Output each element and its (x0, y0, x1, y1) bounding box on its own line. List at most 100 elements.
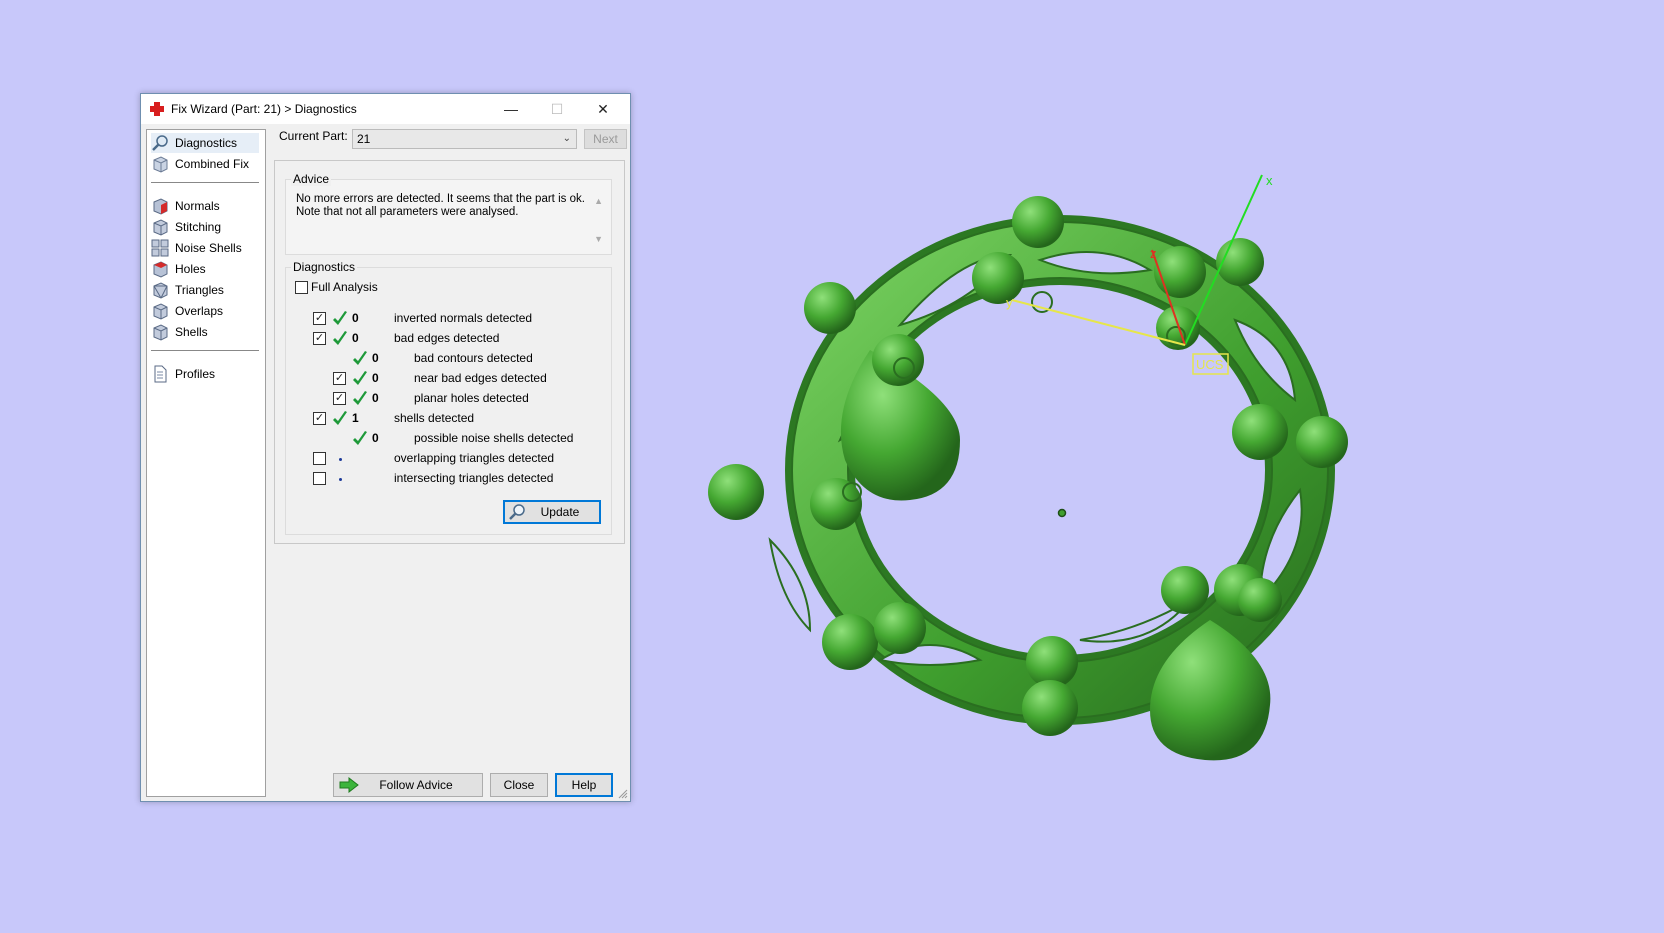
sidebar-item-combined-fix[interactable]: Combined Fix (151, 154, 249, 174)
diagnostic-label: near bad edges detected (414, 371, 547, 385)
resize-grip-icon[interactable] (618, 789, 628, 799)
current-part-dropdown[interactable]: 21 ⌄ (352, 129, 577, 149)
sidebar-item-label: Profiles (175, 367, 216, 381)
diagnostic-label: bad edges detected (394, 331, 500, 345)
document-icon (154, 365, 167, 383)
update-button[interactable]: Update (503, 500, 601, 524)
ring-model[interactable] (708, 196, 1348, 761)
diagnostic-count: 0 (352, 331, 359, 345)
sidebar-item-noise-shells[interactable]: Noise Shells (151, 238, 242, 258)
sidebar-item-overlaps[interactable]: Overlaps (151, 301, 223, 321)
full-analysis-checkbox[interactable] (295, 281, 308, 294)
diagnostic-label: planar holes detected (414, 391, 529, 405)
sidebar-item-shells[interactable]: Shells (151, 322, 208, 342)
help-button[interactable]: Help (555, 773, 613, 797)
diagnostic-row: ✓ 0 planar holes detected (286, 389, 606, 409)
ucs-label: UCS (1196, 357, 1224, 372)
title-bar[interactable]: Fix Wizard (Part: 21) > Diagnostics — ☐ … (141, 94, 630, 124)
diagnostics-panel: Advice No more errors are detected. It s… (274, 160, 625, 544)
diagnostic-label: bad contours detected (414, 351, 533, 365)
diagnostics-heading: Diagnostics (291, 260, 358, 274)
holes-cube-icon (153, 261, 168, 278)
diagnostic-checkbox[interactable] (313, 472, 326, 485)
sidebar-item-holes[interactable]: Holes (151, 259, 206, 279)
diagnostic-checkbox[interactable]: ✓ (333, 372, 346, 385)
sidebar-item-profiles[interactable]: Profiles (151, 364, 215, 384)
diagnostic-row: overlapping triangles detected (286, 449, 606, 469)
green-checkmark-icon (353, 371, 367, 385)
sidebar-item-triangles[interactable]: Triangles (151, 280, 224, 300)
cube-icon (153, 156, 168, 173)
close-button[interactable]: Close (490, 773, 548, 797)
diagnostic-count: 1 (352, 411, 359, 425)
diagnostic-checkbox[interactable]: ✓ (313, 332, 326, 345)
maximize-button[interactable]: ☐ (534, 94, 580, 124)
sidebar-item-label: Noise Shells (175, 241, 242, 255)
rotation-center-marker (1057, 508, 1067, 518)
diagnostics-group: Diagnostics Full Analysis ✓ 0 inverted nor… (285, 260, 612, 535)
current-part-value: 21 (357, 132, 371, 146)
diagnostic-checkbox[interactable] (313, 452, 326, 465)
current-part-label: Current Part: (279, 129, 348, 143)
diagnostic-label: overlapping triangles detected (394, 451, 555, 465)
scroll-down-icon[interactable]: ▼ (594, 234, 603, 244)
sidebar-divider (151, 350, 259, 351)
x-axis-label: x (1266, 173, 1273, 188)
z-axis-label: z (1150, 246, 1157, 261)
update-label: Update (540, 505, 580, 519)
sidebar-item-normals[interactable]: Normals (151, 196, 220, 216)
diagnostic-label: shells detected (394, 411, 475, 425)
diagnostic-label: intersecting triangles detected (394, 471, 554, 485)
minimize-button[interactable]: — (488, 94, 534, 124)
sidebar-item-stitching[interactable]: Stitching (151, 217, 221, 237)
not-analysed-dot-icon (339, 458, 342, 461)
sidebar-item-label: Holes (175, 262, 206, 276)
diagnostic-row: ✓ 0 bad edges detected (286, 329, 606, 349)
3d-viewport[interactable]: x y z UCS (640, 0, 1664, 933)
advice-group: Advice No more errors are detected. It s… (285, 172, 612, 255)
diagnostic-row: ✓ 0 inverted normals detected (286, 309, 606, 329)
diagnostic-checkbox[interactable]: ✓ (313, 312, 326, 325)
advice-line-2: Note that not all parameters were analys… (296, 206, 519, 218)
diagnostic-checkbox[interactable]: ✓ (313, 412, 326, 425)
next-button[interactable]: Next (584, 129, 627, 149)
diagnostic-count: 0 (372, 371, 379, 385)
diagnostic-row: 0 possible noise shells detected (286, 429, 606, 449)
sidebar-item-label: Shells (175, 325, 208, 339)
wizard-step-sidebar: Diagnostics Combined Fix Normals Stitchi… (146, 129, 266, 797)
scroll-up-icon[interactable]: ▲ (594, 196, 603, 206)
green-checkmark-icon (353, 431, 367, 445)
green-checkmark-icon (333, 411, 347, 425)
diagnostic-label: inverted normals detected (394, 311, 533, 325)
diagnostic-count: 0 (352, 311, 359, 325)
diagnostic-row: 0 bad contours detected (286, 349, 606, 369)
sidebar-item-label: Overlaps (175, 304, 224, 318)
magnifier-icon (152, 135, 168, 151)
chevron-down-icon: ⌄ (562, 133, 571, 144)
diagnostic-row: intersecting triangles detected (286, 469, 606, 489)
triangles-cube-icon (153, 282, 168, 299)
sidebar-divider (151, 182, 259, 183)
advice-line-1: No more errors are detected. It seems th… (296, 193, 585, 205)
diagnostic-checkbox[interactable]: ✓ (333, 392, 346, 405)
sidebar-item-label: Diagnostics (175, 136, 238, 150)
follow-advice-button[interactable]: Follow Advice (333, 773, 483, 797)
sidebar-item-label: Normals (175, 199, 220, 213)
noise-shells-icon (151, 239, 169, 257)
sidebar-item-label: Combined Fix (175, 157, 250, 171)
sidebar-item-label: Stitching (175, 220, 222, 234)
overlaps-cube-icon (153, 303, 168, 320)
stitching-cube-icon (153, 219, 168, 236)
sidebar-item-diagnostics[interactable]: Diagnostics (151, 133, 259, 153)
close-window-button[interactable]: ✕ (580, 94, 626, 124)
normals-cube-icon (153, 198, 168, 215)
diagnostic-row: ✓ 1 shells detected (286, 409, 606, 429)
green-checkmark-icon (333, 331, 347, 345)
diagnostic-label: possible noise shells detected (414, 431, 574, 445)
diagnostic-row: ✓ 0 near bad edges detected (286, 369, 606, 389)
green-checkmark-icon (353, 391, 367, 405)
sidebar-item-label: Triangles (175, 283, 224, 297)
diagnostic-count: 0 (372, 391, 379, 405)
green-checkmark-icon (333, 311, 347, 325)
follow-advice-label: Follow Advice (379, 778, 453, 792)
